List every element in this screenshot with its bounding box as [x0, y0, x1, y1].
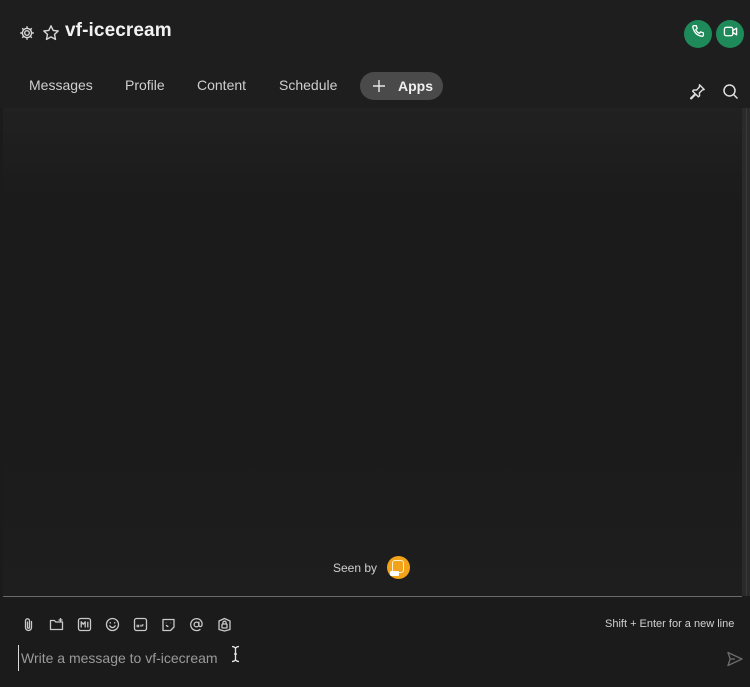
- tab-messages[interactable]: Messages: [29, 77, 93, 93]
- avatar[interactable]: [387, 556, 410, 579]
- phone-icon: [691, 24, 706, 44]
- plus-icon: [372, 79, 386, 93]
- avatar-badge: [390, 571, 399, 576]
- video-call-button[interactable]: [716, 20, 744, 48]
- lock-icon[interactable]: [217, 617, 232, 632]
- composer-divider: [3, 596, 742, 597]
- tab-schedule[interactable]: Schedule: [279, 77, 337, 93]
- tab-profile[interactable]: Profile: [125, 77, 165, 93]
- folder-add-icon[interactable]: [49, 617, 64, 632]
- markdown-icon[interactable]: [77, 617, 92, 632]
- search-icon[interactable]: [722, 83, 739, 100]
- message-list[interactable]: [3, 108, 742, 596]
- apps-button[interactable]: Apps: [360, 72, 443, 100]
- message-input[interactable]: [18, 645, 718, 671]
- apps-label: Apps: [398, 78, 433, 94]
- star-icon[interactable]: [42, 24, 60, 42]
- scrollbar-edge: [746, 108, 747, 596]
- text-cursor-icon: [231, 645, 240, 663]
- gif-icon[interactable]: [133, 617, 148, 632]
- seen-by-label: Seen by: [333, 561, 378, 575]
- tab-content[interactable]: Content: [197, 77, 246, 93]
- mention-icon[interactable]: [189, 617, 204, 632]
- pin-icon[interactable]: [689, 83, 706, 100]
- message-composer[interactable]: [18, 645, 718, 671]
- newline-hint: Shift + Enter for a new line: [605, 618, 735, 630]
- send-icon[interactable]: [726, 650, 744, 668]
- chat-title: vf-icecream: [65, 20, 172, 41]
- sticker-icon[interactable]: [161, 617, 176, 632]
- emoji-icon[interactable]: [105, 617, 120, 632]
- video-icon: [723, 24, 738, 44]
- chat-header: vf-icecream: [0, 0, 750, 66]
- gear-icon[interactable]: [19, 25, 35, 41]
- attachment-icon[interactable]: [21, 617, 36, 632]
- audio-call-button[interactable]: [684, 20, 712, 48]
